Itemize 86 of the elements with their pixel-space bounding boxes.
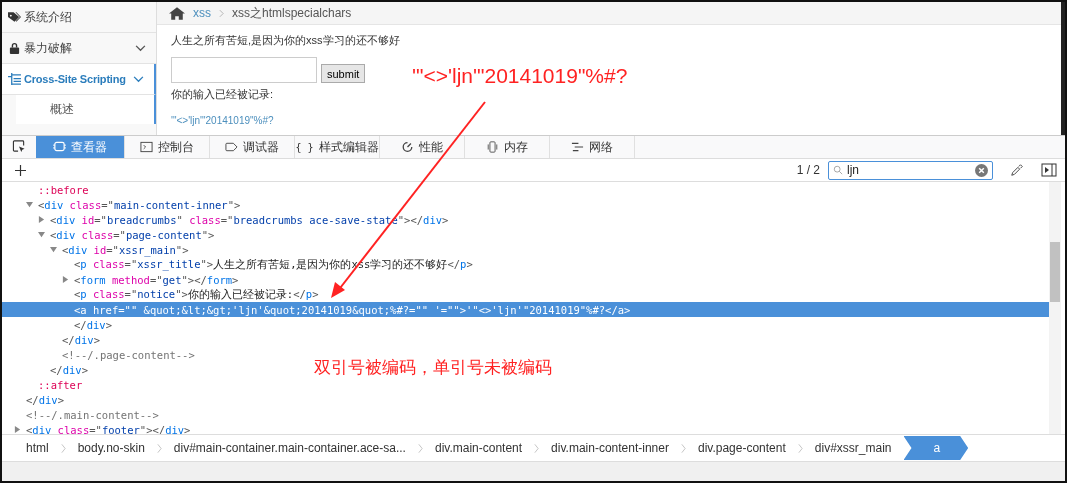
input-field[interactable] [171, 57, 317, 83]
expanded-triangle-icon[interactable] [26, 201, 33, 208]
code-line: <form method="get"></form> [74, 273, 239, 286]
tree-row[interactable]: </div> [2, 317, 112, 332]
chevron-right-icon [156, 442, 162, 454]
tree-row[interactable]: <form method="get"></form> [2, 272, 239, 287]
path-crumb[interactable]: body.no-skin [77, 441, 145, 455]
annotation-text: 双引号被编码，单引号未被编码 [314, 357, 552, 379]
code-line: <p class="notice">你的输入已经被记录:</p> [74, 287, 319, 302]
chevron-right-icon [417, 442, 423, 454]
path-crumb[interactable]: div.main-content [434, 441, 523, 455]
home-icon[interactable] [169, 6, 185, 20]
console-icon [140, 141, 153, 153]
tree-list-icon [8, 73, 21, 85]
tree-row[interactable]: <!--/.page-content--> [2, 347, 195, 362]
chevron-right-icon [680, 442, 686, 454]
collapsed-triangle-icon[interactable] [38, 216, 45, 223]
collapsed-triangle-icon[interactable] [14, 426, 21, 433]
debugger-icon [225, 141, 238, 153]
tree-row[interactable]: <div class="footer"></div> [2, 422, 191, 437]
breadcrumb-current: xss之htmlspecialchars [232, 4, 352, 22]
expanded-triangle-icon[interactable] [50, 246, 57, 253]
code-line: <!--/.main-content--> [26, 408, 159, 421]
path-crumb[interactable]: div.page-content [697, 441, 786, 455]
tree-row[interactable]: <!--/.main-content--> [2, 407, 159, 422]
code-line: </div> [50, 363, 88, 376]
sidebar-item[interactable]: 系统介绍 [2, 2, 156, 33]
code-line: </div> [26, 393, 64, 406]
devtools-tab[interactable]: 内存 [465, 136, 550, 158]
code-line: </div> [62, 333, 100, 346]
sidebar-item[interactable]: Cross-Site Scripting [2, 64, 156, 95]
code-line: <div class="footer"></div> [26, 423, 191, 436]
code-line: <a href="" &quot;&lt;&gt;'ljn'&quot;20141019&quot;%#?="" '="">'"<>'ljn'"20141019"%#?</a> [74, 303, 631, 316]
chevron-right-icon [60, 442, 66, 454]
code-line: <div class="main-content-inner"> [38, 198, 241, 211]
tree-row[interactable]: </div> [2, 392, 64, 407]
code-line: ::after [38, 378, 83, 391]
submit-button[interactable]: submit [321, 64, 366, 83]
tree-row[interactable]: <div class="main-content-inner"> [2, 197, 241, 212]
devtools-tab[interactable]: { } 样式编辑器 [295, 136, 380, 158]
chevron-right-icon [534, 442, 540, 454]
code-line: <!--/.page-content--> [62, 348, 195, 361]
expanded-triangle-icon[interactable] [38, 231, 45, 238]
tree-row[interactable]: </div> [2, 362, 88, 377]
chevron-right-icon [219, 8, 224, 18]
tree-row[interactable]: ::before [2, 182, 89, 197]
eyedropper-icon[interactable] [1009, 163, 1025, 177]
code-line: ::before [38, 183, 89, 196]
search-icon [833, 165, 843, 175]
chevron-right-icon [797, 442, 803, 454]
tree-row[interactable]: <div id="xssr_main"> [2, 242, 189, 257]
chevron-down-icon[interactable] [133, 75, 144, 83]
element-picker-icon[interactable] [12, 140, 26, 153]
code-line: <div id="xssr_main"> [62, 243, 189, 256]
inspector-icon [53, 141, 66, 153]
add-icon[interactable] [15, 164, 26, 176]
chevron-down-icon[interactable] [135, 44, 146, 52]
lock-icon [8, 42, 21, 54]
devtools-tab[interactable]: 网络 [550, 136, 635, 158]
collapsed-triangle-icon[interactable] [62, 276, 69, 283]
search-field[interactable]: ljn [828, 160, 993, 180]
match-count: 1 / 2 [796, 163, 820, 177]
code-line: </div> [74, 318, 112, 331]
memory-icon [486, 141, 499, 153]
devtools-tab[interactable]: 性能 [380, 136, 465, 158]
clear-icon[interactable] [975, 163, 988, 177]
path-crumb[interactable]: div#xssr_main [814, 441, 892, 455]
network-icon [571, 141, 584, 153]
tree-row[interactable]: </div> [2, 332, 100, 347]
annotation-text: '"<>'ljn'"20141019"%#? [412, 64, 628, 88]
gauge-icon [401, 141, 414, 153]
path-crumb[interactable]: div.main-content-inner [551, 441, 669, 455]
devtools-tab[interactable]: 调试器 [210, 136, 295, 158]
code-line: <div class="page-content"> [50, 228, 215, 241]
devtools-tab[interactable]: 控制台 [125, 136, 210, 158]
tree-row[interactable]: <p class="notice">你的输入已经被记录:</p> [2, 287, 319, 302]
scrollbar[interactable] [1049, 182, 1061, 434]
path-crumb[interactable]: html [26, 441, 49, 455]
tree-row[interactable]: <div class="page-content"> [2, 227, 215, 242]
notice-text: 你的输入已经被记录: [171, 87, 275, 102]
page-title: 人生之所有苦短,是因为你的xss学习的还不够好 [171, 33, 401, 48]
output-link[interactable]: '"<>'ljn'"20141019"%#? [171, 115, 274, 126]
tags-icon [8, 11, 21, 23]
tree-row[interactable]: ::after [2, 377, 83, 392]
sidebar-toggle-icon[interactable] [1041, 163, 1057, 177]
path-crumb[interactable]: div#main-container.main-container.ace-sa... [173, 441, 406, 455]
